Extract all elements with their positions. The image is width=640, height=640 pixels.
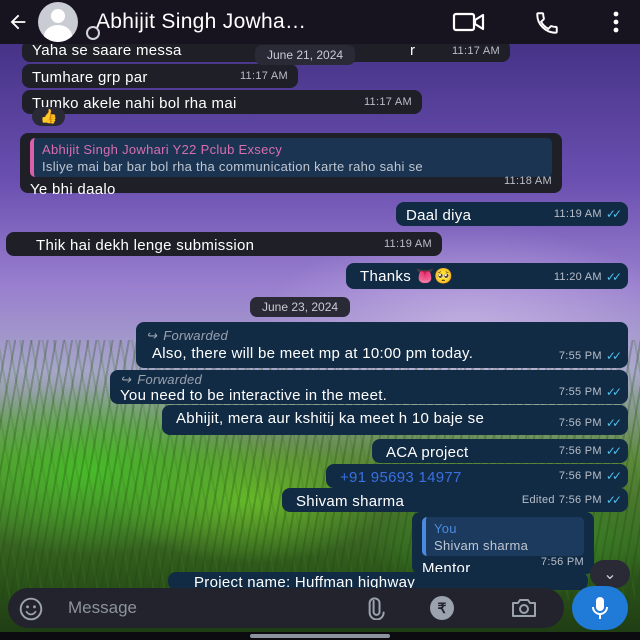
- mic-button[interactable]: [572, 586, 628, 630]
- video-call-icon[interactable]: [452, 10, 486, 34]
- avatar[interactable]: [38, 2, 78, 42]
- microphone-icon: [592, 597, 608, 619]
- message-time: 7:56 PM ✓✓: [558, 416, 622, 430]
- message-time: 7:56 PM: [540, 556, 584, 568]
- message-time: 11:19 AM: [383, 238, 432, 250]
- system-nav-bar: [0, 632, 640, 640]
- message-text: Ye bhi daalo: [30, 181, 116, 198]
- date-separator: June 23, 2024: [250, 297, 351, 317]
- forward-arrow-icon: ↪: [146, 328, 158, 343]
- read-ticks-icon: ✓✓: [605, 270, 622, 284]
- camera-icon[interactable]: [510, 597, 538, 619]
- quote-author: Abhijit Singh Jowhari Y22 Pclub Exsecy: [42, 142, 283, 157]
- message-time: 11:17 AM: [451, 45, 500, 57]
- message-outgoing[interactable]: Thanks 👅🥺 11:20 AM ✓✓: [346, 263, 628, 289]
- message-outgoing[interactable]: Daal diya 11:19 AM ✓✓: [396, 202, 628, 226]
- quote-text: Shivam sharma: [434, 538, 529, 553]
- message-text-tail: r: [410, 42, 416, 59]
- read-ticks-icon: ✓✓: [605, 207, 622, 221]
- message-outgoing[interactable]: Shivam sharma Edited 7:56 PM ✓✓: [282, 488, 628, 512]
- read-ticks-icon: ✓✓: [605, 493, 622, 507]
- message-text: ACA project: [386, 444, 469, 461]
- chat-header: Abhijit Singh Jowha…: [0, 0, 640, 44]
- message-incoming[interactable]: Thik hai dekh lenge submission 11:19 AM: [6, 232, 442, 256]
- emoji-icon[interactable]: [18, 596, 44, 622]
- arrow-left-icon[interactable]: [0, 0, 36, 44]
- message-incoming-reply[interactable]: Abhijit Singh Jowhari Y22 Pclub Exsecy I…: [20, 133, 562, 198]
- nav-handle[interactable]: [250, 634, 390, 638]
- message-time: 11:17 AM: [239, 70, 288, 82]
- more-vert-icon[interactable]: [612, 10, 620, 34]
- rupee-icon[interactable]: ₹: [430, 596, 454, 620]
- read-ticks-icon: ✓✓: [605, 444, 622, 458]
- message-input[interactable]: [68, 598, 338, 618]
- message-text: Shivam sharma: [296, 493, 405, 510]
- quote-text: Isliye mai bar bar bol rha tha communica…: [42, 159, 423, 174]
- quote-author: You: [434, 521, 457, 536]
- read-ticks-icon: ✓✓: [605, 416, 622, 430]
- quoted-message[interactable]: Abhijit Singh Jowhari Y22 Pclub Exsecy I…: [30, 138, 552, 177]
- phone-icon[interactable]: [534, 10, 560, 36]
- message-outgoing[interactable]: ACA project 7:56 PM ✓✓: [372, 439, 628, 463]
- read-ticks-icon: ✓✓: [605, 385, 622, 399]
- message-text: Daal diya: [406, 207, 472, 224]
- message-time: Edited 7:56 PM ✓✓: [521, 493, 622, 507]
- message-time: 7:55 PM ✓✓: [558, 385, 622, 399]
- read-ticks-icon: ✓✓: [605, 469, 622, 483]
- message-text: You need to be interactive in the meet.: [120, 387, 388, 404]
- edited-label: Edited: [521, 494, 555, 506]
- message-text: Thanks 👅🥺: [360, 268, 454, 285]
- date-separator: June 21, 2024: [255, 45, 356, 65]
- quoted-message[interactable]: You Shivam sharma: [422, 517, 584, 556]
- message-outgoing-forwarded[interactable]: ↪ Forwarded You need to be interactive in…: [110, 370, 628, 404]
- message-outgoing-contact[interactable]: +91 95693 14977 7:56 PM ✓✓: [326, 464, 628, 488]
- message-text: Yaha se saare messa: [32, 42, 182, 59]
- reaction-badge[interactable]: 👍: [32, 107, 66, 126]
- message-text: Thik hai dekh lenge submission: [36, 237, 255, 254]
- message-time: 11:20 AM ✓✓: [553, 270, 622, 284]
- message-text: Also, there will be meet mp at 10:00 pm …: [152, 345, 474, 362]
- message-time: 7:56 PM ✓✓: [558, 469, 622, 483]
- message-text: Abhijit, mera aur kshitij ka meet h 10 b…: [176, 410, 485, 427]
- paperclip-icon[interactable]: [364, 596, 386, 620]
- message-time: 11:17 AM: [363, 96, 412, 108]
- message-composer: ₹: [8, 588, 564, 628]
- status-ring-icon: [86, 26, 100, 40]
- message-time: 11:19 AM ✓✓: [553, 207, 622, 221]
- phone-number-link[interactable]: +91 95693 14977: [340, 469, 462, 486]
- message-incoming[interactable]: Tumko akele nahi bol rha mai 11:17 AM: [22, 90, 422, 114]
- message-time: 7:56 PM ✓✓: [558, 444, 622, 458]
- forwarded-label: ↪ Forwarded: [146, 328, 229, 343]
- message-time: 11:18 AM: [503, 175, 552, 187]
- message-time: 7:55 PM ✓✓: [558, 349, 622, 363]
- message-incoming[interactable]: Tumhare grp par 11:17 AM: [22, 64, 298, 88]
- message-text: Tumhare grp par: [32, 69, 148, 86]
- message-outgoing-forwarded[interactable]: ↪ Forwarded Also, there will be meet mp a…: [136, 322, 628, 368]
- message-outgoing[interactable]: Abhijit, mera aur kshitij ka meet h 10 b…: [162, 405, 628, 435]
- contact-name[interactable]: Abhijit Singh Jowha…: [96, 10, 396, 34]
- read-ticks-icon: ✓✓: [605, 349, 622, 363]
- message-outgoing-reply[interactable]: You Shivam sharma Mentor 7:56 PM: [412, 512, 594, 577]
- chevron-double-down-icon: ⌄: [603, 566, 617, 583]
- scroll-down-button[interactable]: ⌄: [590, 560, 630, 588]
